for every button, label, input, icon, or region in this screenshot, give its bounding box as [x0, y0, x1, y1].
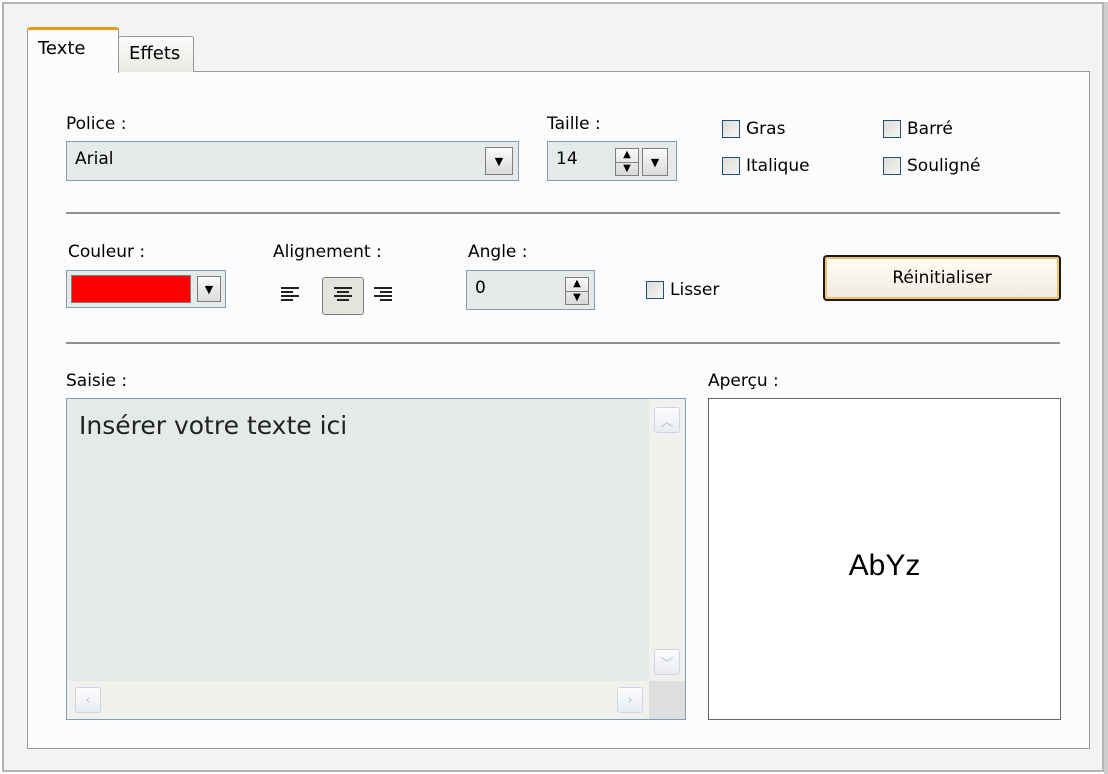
spin-up-icon[interactable]: ▲: [616, 149, 638, 162]
chevron-down-icon: ▼: [494, 154, 504, 168]
angle-field[interactable]: 0 ▲ ▼: [466, 270, 595, 310]
bold-label: Gras: [746, 119, 786, 139]
angle-label: Angle :: [468, 242, 528, 262]
font-value: Arial: [75, 149, 114, 169]
color-label: Couleur :: [68, 242, 146, 262]
scroll-left-icon[interactable]: ‹: [75, 687, 101, 713]
preview-label: Aperçu :: [708, 371, 779, 391]
preview-sample-text: AbYz: [848, 549, 921, 582]
color-picker[interactable]: ▼: [66, 270, 226, 308]
italic-label: Italique: [746, 156, 810, 176]
align-right-icon[interactable]: [374, 287, 392, 303]
align-center-icon[interactable]: [334, 287, 352, 303]
alignment-label: Alignement :: [273, 242, 382, 262]
separator: [66, 342, 1060, 344]
bold-checkbox[interactable]: Gras: [722, 119, 785, 139]
color-swatch[interactable]: [71, 275, 191, 303]
size-value: 14: [556, 149, 578, 169]
font-label: Police :: [66, 114, 127, 134]
size-label: Taille :: [547, 114, 601, 134]
preview-box: AbYz: [708, 398, 1061, 720]
scroll-right-icon[interactable]: ›: [617, 687, 643, 713]
angle-spinner[interactable]: ▲ ▼: [565, 277, 589, 305]
text-input-area[interactable]: Insérer votre texte ici ︿ ﹀ ‹ ›: [66, 398, 686, 720]
scroll-up-icon[interactable]: ︿: [654, 407, 680, 433]
smooth-label: Lisser: [670, 280, 720, 300]
underline-label: Souligné: [907, 156, 981, 176]
strikethrough-label: Barré: [907, 119, 953, 139]
underline-checkbox[interactable]: Souligné: [883, 156, 980, 176]
italic-checkbox[interactable]: Italique: [722, 156, 810, 176]
font-select[interactable]: Arial ▼: [66, 141, 519, 181]
size-field[interactable]: 14 ▲ ▼ ▼: [547, 141, 677, 181]
spin-down-icon[interactable]: ▼: [566, 290, 588, 305]
input-label: Saisie :: [66, 371, 128, 391]
spin-up-icon[interactable]: ▲: [566, 278, 588, 291]
chevron-down-icon: ▼: [650, 155, 660, 169]
size-dropdown-button[interactable]: ▼: [642, 148, 668, 176]
checkbox-box[interactable]: [722, 157, 740, 175]
chevron-down-icon: ▼: [204, 282, 214, 296]
text-input-content[interactable]: Insérer votre texte ici: [79, 411, 347, 440]
checkbox-box[interactable]: [646, 281, 664, 299]
horizontal-scrollbar[interactable]: ‹ ›: [67, 681, 651, 719]
checkbox-box[interactable]: [883, 120, 901, 138]
separator: [66, 212, 1060, 214]
reset-button[interactable]: Réinitialiser: [823, 255, 1061, 301]
smooth-checkbox[interactable]: Lisser: [646, 280, 719, 300]
font-dropdown-button[interactable]: ▼: [485, 147, 513, 175]
strikethrough-checkbox[interactable]: Barré: [883, 119, 953, 139]
checkbox-box[interactable]: [883, 157, 901, 175]
scrollbar-corner: [649, 681, 685, 719]
color-dropdown-button[interactable]: ▼: [197, 276, 221, 302]
spin-down-icon[interactable]: ▼: [616, 161, 638, 176]
scroll-down-icon[interactable]: ﹀: [654, 649, 680, 675]
checkbox-box[interactable]: [722, 120, 740, 138]
angle-value: 0: [475, 278, 486, 298]
vertical-scrollbar[interactable]: ︿ ﹀: [649, 399, 685, 681]
align-left-icon[interactable]: [281, 287, 299, 303]
size-spinner[interactable]: ▲ ▼: [615, 148, 639, 176]
